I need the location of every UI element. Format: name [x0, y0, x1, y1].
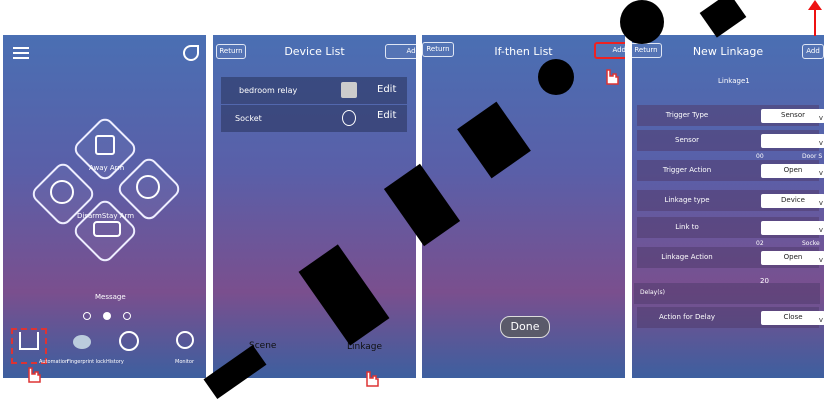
watermark — [203, 0, 747, 400]
